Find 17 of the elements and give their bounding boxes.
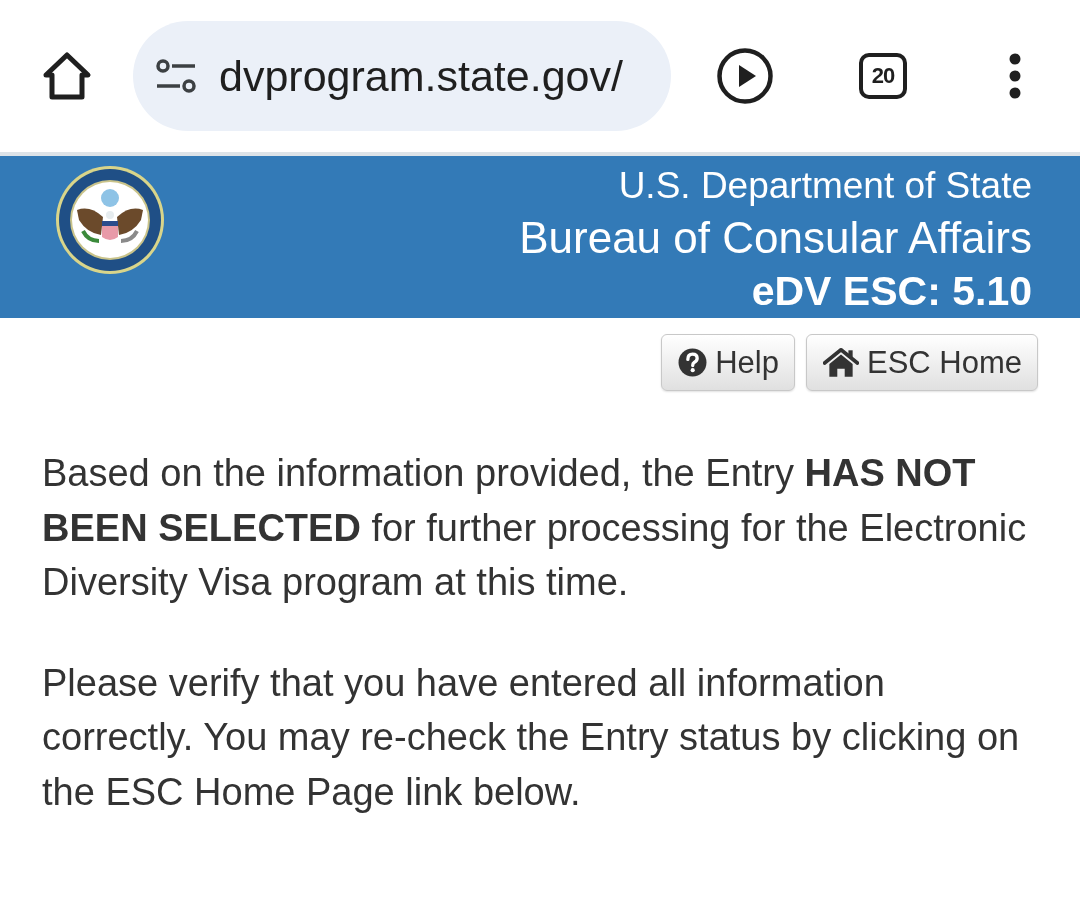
seal-logo-icon xyxy=(55,165,165,275)
bureau-title: Bureau of Consular Affairs xyxy=(519,212,1032,264)
home-icon[interactable] xyxy=(42,51,92,101)
address-bar[interactable]: dvprogram.state.gov/ xyxy=(133,21,671,131)
home-icon xyxy=(822,347,859,378)
version-label: eDV ESC: 5.10 xyxy=(751,267,1032,316)
status-message: Please verify that you have entered all information correctly. You may re-check the Entry status by clicking on the ESC Home Page link below. xyxy=(42,660,1021,815)
url-text: dvprogram.state.gov/ xyxy=(219,51,623,101)
department-title: U.S. Department of State xyxy=(618,164,1032,208)
tab-count-button[interactable]: 20 xyxy=(859,53,907,99)
home-button[interactable]: ESC Home xyxy=(805,334,1038,391)
help-icon xyxy=(678,348,708,377)
status-message: Based on the information provided, the Entry HAS NOT BEEN SELECTED for further processing for the Electronic Diversity Visa program at this time. xyxy=(42,451,1028,605)
play-icon[interactable] xyxy=(717,48,773,104)
site-settings-icon[interactable] xyxy=(155,59,197,93)
menu-icon[interactable] xyxy=(1008,53,1022,99)
help-button[interactable]: Help xyxy=(661,334,795,391)
